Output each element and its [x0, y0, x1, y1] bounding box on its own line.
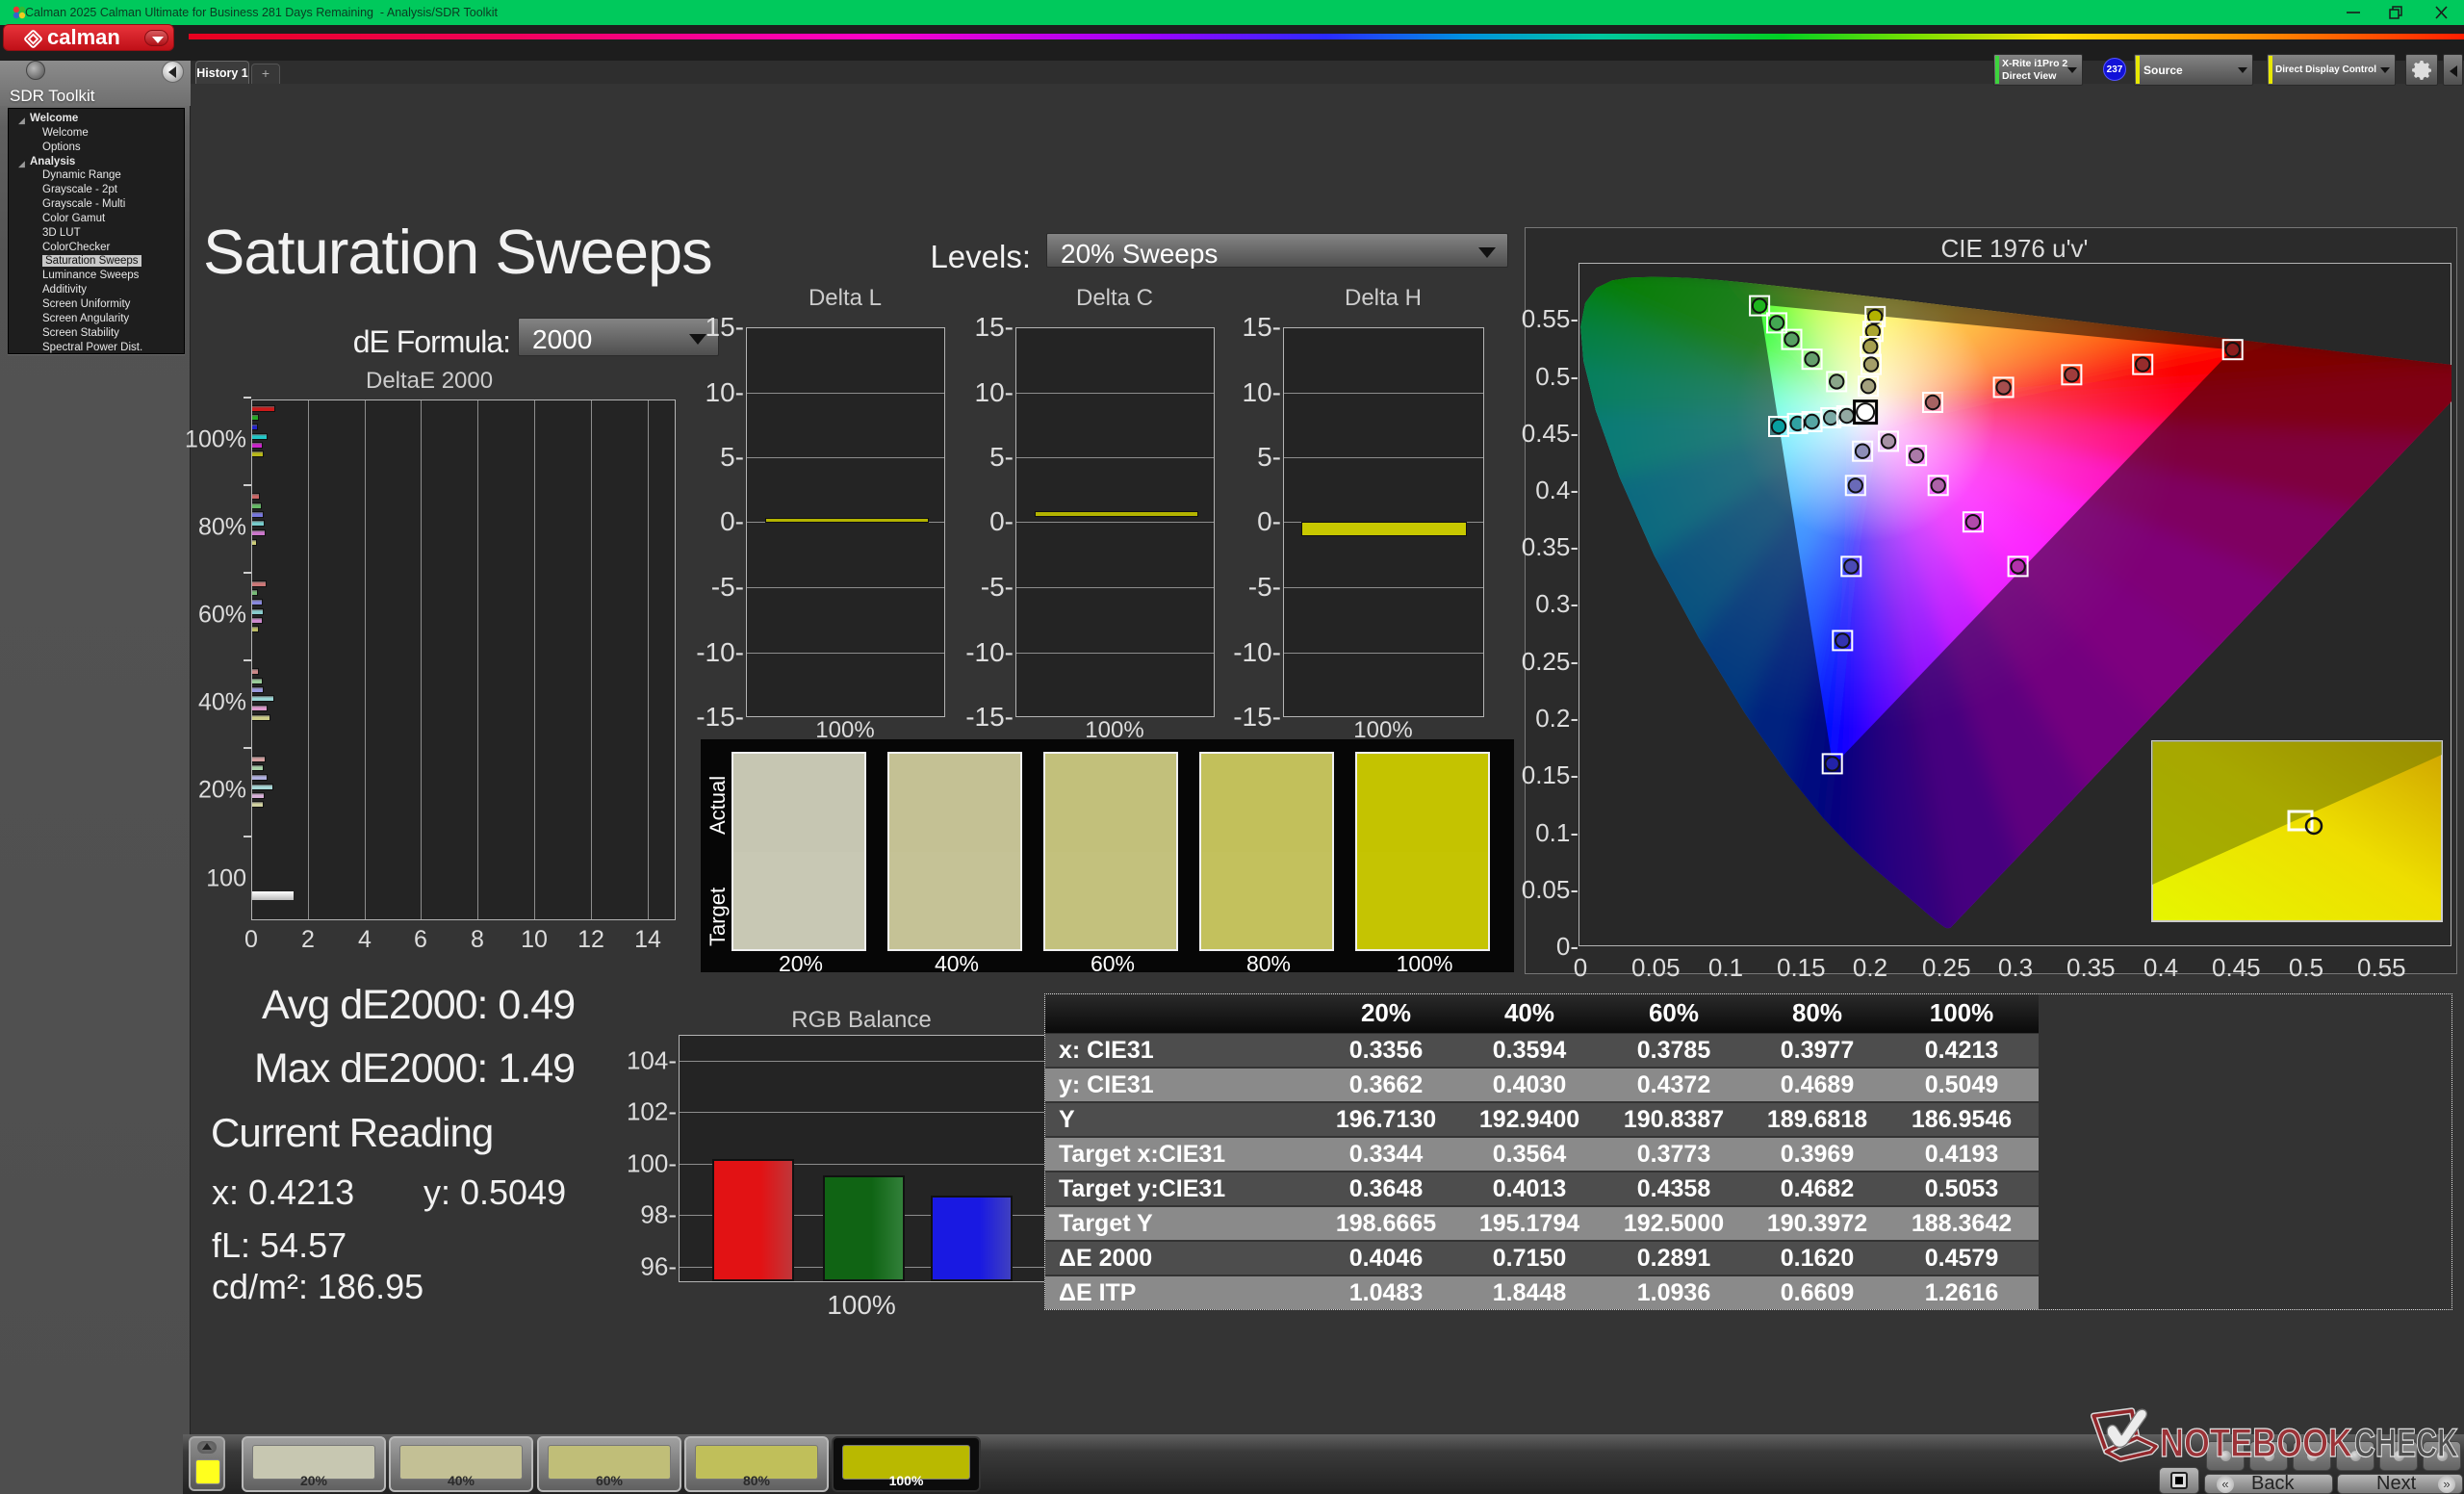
svg-text:CHECK: CHECK — [2354, 1420, 2458, 1465]
svg-text:NOTEBOOK: NOTEBOOK — [2160, 1420, 2352, 1465]
